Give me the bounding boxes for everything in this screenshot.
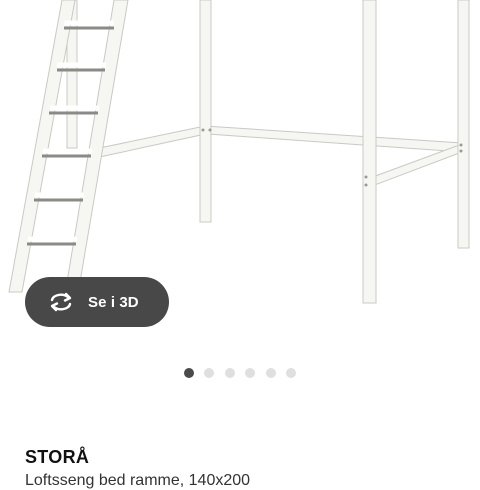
view-in-3d-label: Se i 3D (88, 293, 139, 311)
carousel-dot[interactable] (225, 368, 235, 378)
product-description: Loftsseng bed ramme, 140x200 (25, 472, 251, 489)
rotate-3d-icon (47, 292, 75, 312)
carousel-pagination (0, 368, 480, 380)
carousel-dot[interactable] (266, 368, 276, 378)
carousel-dot[interactable] (286, 368, 296, 378)
carousel-dot[interactable] (184, 368, 194, 378)
carousel-dot[interactable] (204, 368, 214, 378)
view-in-3d-button[interactable]: Se i 3D (25, 277, 169, 327)
carousel-dot[interactable] (245, 368, 255, 378)
product-name: STORÅ (25, 447, 90, 467)
product-image-gallery[interactable]: Se i 3D (0, 0, 480, 345)
